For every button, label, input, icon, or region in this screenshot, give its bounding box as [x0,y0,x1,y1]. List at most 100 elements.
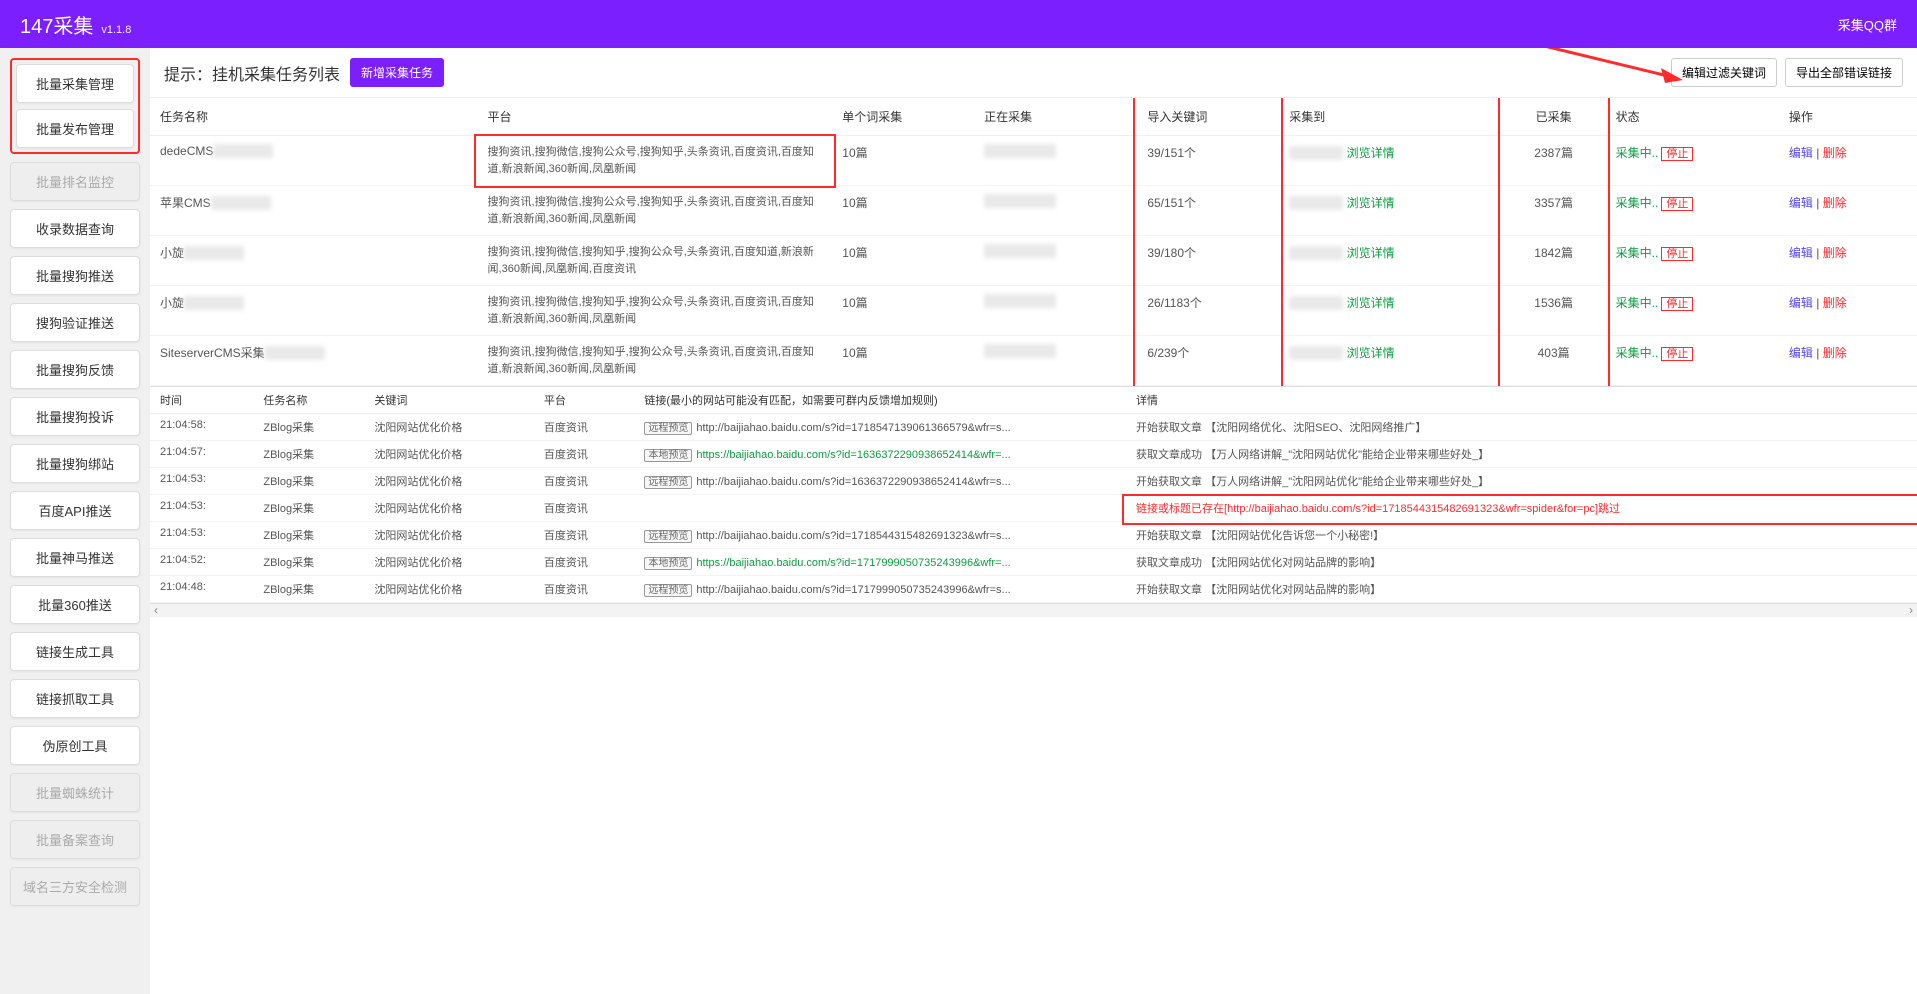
preview-tag[interactable]: 本地预览 [644,449,692,462]
edit-link[interactable]: 编辑 [1789,196,1813,210]
status-text: 采集中.. [1616,296,1659,310]
view-detail-link[interactable]: 浏览详情 [1347,246,1395,260]
task-row: SiteserverCMS采集xxxxxxxxxx搜狗资讯,搜狗微信,搜狗知乎,… [150,336,1917,386]
annotation-arrow [1503,48,1683,88]
stop-button[interactable]: 停止 [1661,147,1693,161]
sidebar-item-5[interactable]: 批量搜狗投诉 [10,397,140,436]
horizontal-scrollbar[interactable] [150,603,1917,617]
blurred-text: xxxxxxxxxx [211,196,271,210]
task-col-5: 采集到 [1279,98,1501,136]
edit-link[interactable]: 编辑 [1789,146,1813,160]
sidebar-item-7[interactable]: 百度API推送 [10,491,140,530]
blurred-text: xxxxxxxxxx [184,296,244,310]
view-detail-link[interactable]: 浏览详情 [1347,296,1395,310]
log-detail: 开始获取文章 【沈阳网络优化、沈阳SEO、沈阳网络推广】 [1126,414,1917,441]
blurred-text: xxxxxxxxxxxx [984,344,1056,358]
preview-tag[interactable]: 远程预览 [644,584,692,597]
delete-link[interactable]: 删除 [1823,196,1847,210]
task-col-0: 任务名称 [150,98,478,136]
blurred-text: xxxxxxxxx [1289,296,1343,310]
log-panel: 时间任务名称关键词平台链接(最小的网站可能没有匹配，如需要可群内反馈增加规则)详… [150,386,1917,617]
stop-button[interactable]: 停止 [1661,247,1693,261]
blurred-text: xxxxxxxxxxxx [984,144,1056,158]
sidebar-item-collect-mgmt[interactable]: 批量采集管理 [16,64,134,103]
stop-button[interactable]: 停止 [1661,297,1693,311]
task-col-2: 单个词采集 [832,98,974,136]
log-url[interactable]: http://baijiahao.baidu.com/s?id=17185471… [696,422,1010,434]
preview-tag[interactable]: 远程预览 [644,530,692,543]
log-col-3: 平台 [534,387,634,414]
task-col-4: 导入关键词 [1137,98,1279,136]
export-errors-button[interactable]: 导出全部错误链接 [1785,58,1903,87]
task-table: 任务名称平台单个词采集正在采集导入关键词采集到已采集状态操作 dedeCMSxx… [150,98,1917,386]
sidebar-item-4[interactable]: 批量搜狗反馈 [10,350,140,389]
task-col-3: 正在采集 [974,98,1137,136]
sidebar-item-2[interactable]: 批量搜狗推送 [10,256,140,295]
qq-group-link[interactable]: 采集QQ群 [1838,18,1897,33]
log-url[interactable]: https://baijiahao.baidu.com/s?id=1636372… [696,449,1010,461]
blurred-text: xxxxxxxxxx [184,246,244,260]
add-task-button[interactable]: 新增采集任务 [350,58,444,87]
task-row: 苹果CMSxxxxxxxxxx搜狗资讯,搜狗微信,搜狗公众号,搜狗知乎,头条资讯… [150,186,1917,236]
blurred-text: xxxxxxxxxxxx [984,244,1056,258]
toolbar: 提示：挂机采集任务列表 新增采集任务 编辑过滤关键词 导出全部错误链接 [150,48,1917,98]
delete-link[interactable]: 删除 [1823,296,1847,310]
blurred-text: xxxxxxxxxx [265,346,325,360]
log-col-5: 详情 [1126,387,1917,414]
sidebar-item-11[interactable]: 链接抓取工具 [10,679,140,718]
delete-link[interactable]: 删除 [1823,146,1847,160]
sidebar-item-8[interactable]: 批量神马推送 [10,538,140,577]
log-col-0: 时间 [150,387,253,414]
app-title: 147采集 [20,10,93,39]
task-col-8: 操作 [1779,98,1917,136]
sidebar-item-publish-mgmt[interactable]: 批量发布管理 [16,109,134,148]
log-row: 21:04:53:ZBlog采集沈阳网站优化价格百度资讯远程预览http://b… [150,468,1917,495]
blurred-text: xxxxxxxxx [1289,196,1343,210]
preview-tag[interactable]: 远程预览 [644,476,692,489]
delete-link[interactable]: 删除 [1823,346,1847,360]
preview-tag[interactable]: 本地预览 [644,557,692,570]
view-detail-link[interactable]: 浏览详情 [1347,146,1395,160]
sidebar-item-0: 批量排名监控 [10,162,140,201]
log-url[interactable]: http://baijiahao.baidu.com/s?id=17185443… [696,530,1010,542]
status-text: 采集中.. [1616,246,1659,260]
sidebar-item-3[interactable]: 搜狗验证推送 [10,303,140,342]
status-text: 采集中.. [1616,196,1659,210]
app-header: 147采集 v1.1.8 采集QQ群 [0,0,1917,48]
filter-keywords-button[interactable]: 编辑过滤关键词 [1671,58,1777,87]
blurred-text: xxxxxxxxx [1289,346,1343,360]
edit-link[interactable]: 编辑 [1789,346,1813,360]
log-row: 21:04:53:ZBlog采集沈阳网站优化价格百度资讯链接或标题已存在[htt… [150,495,1917,522]
task-row: dedeCMSxxxxxxxxxx搜狗资讯,搜狗微信,搜狗公众号,搜狗知乎,头条… [150,136,1917,186]
stop-button[interactable]: 停止 [1661,197,1693,211]
log-detail: 获取文章成功 【沈阳网站优化对网站品牌的影响】 [1126,549,1917,576]
log-url[interactable]: http://baijiahao.baidu.com/s?id=16363722… [696,476,1010,488]
stop-button[interactable]: 停止 [1661,347,1693,361]
sidebar-item-12[interactable]: 伪原创工具 [10,726,140,765]
main-panel: 提示：挂机采集任务列表 新增采集任务 编辑过滤关键词 导出全部错误链接 任务名称… [150,48,1917,994]
view-detail-link[interactable]: 浏览详情 [1347,346,1395,360]
log-row: 21:04:48:ZBlog采集沈阳网站优化价格百度资讯远程预览http://b… [150,576,1917,603]
delete-link[interactable]: 删除 [1823,246,1847,260]
log-detail: 开始获取文章 【沈阳网站优化对网站品牌的影响】 [1126,576,1917,603]
preview-tag[interactable]: 远程预览 [644,422,692,435]
view-detail-link[interactable]: 浏览详情 [1347,196,1395,210]
task-row: 小旋xxxxxxxxxx搜狗资讯,搜狗微信,搜狗知乎,搜狗公众号,头条资讯,百度… [150,236,1917,286]
log-row: 21:04:53:ZBlog采集沈阳网站优化价格百度资讯远程预览http://b… [150,522,1917,549]
edit-link[interactable]: 编辑 [1789,246,1813,260]
task-col-7: 状态 [1606,98,1779,136]
sidebar-item-1[interactable]: 收录数据查询 [10,209,140,248]
blurred-text: xxxxxxxxx [1289,146,1343,160]
task-col-1: 平台 [478,98,833,136]
log-detail: 开始获取文章 【万人网络讲解_"沈阳网站优化"能给企业带来哪些好处_】 [1126,468,1917,495]
edit-link[interactable]: 编辑 [1789,296,1813,310]
task-col-6: 已采集 [1502,98,1606,136]
sidebar-item-15: 域名三方安全检测 [10,867,140,906]
sidebar-item-9[interactable]: 批量360推送 [10,585,140,624]
status-text: 采集中.. [1616,146,1659,160]
log-url[interactable]: http://baijiahao.baidu.com/s?id=17179990… [696,584,1010,596]
sidebar-item-13: 批量蜘蛛统计 [10,773,140,812]
sidebar-item-10[interactable]: 链接生成工具 [10,632,140,671]
log-url[interactable]: https://baijiahao.baidu.com/s?id=1717999… [696,557,1010,569]
sidebar-item-6[interactable]: 批量搜狗绑站 [10,444,140,483]
